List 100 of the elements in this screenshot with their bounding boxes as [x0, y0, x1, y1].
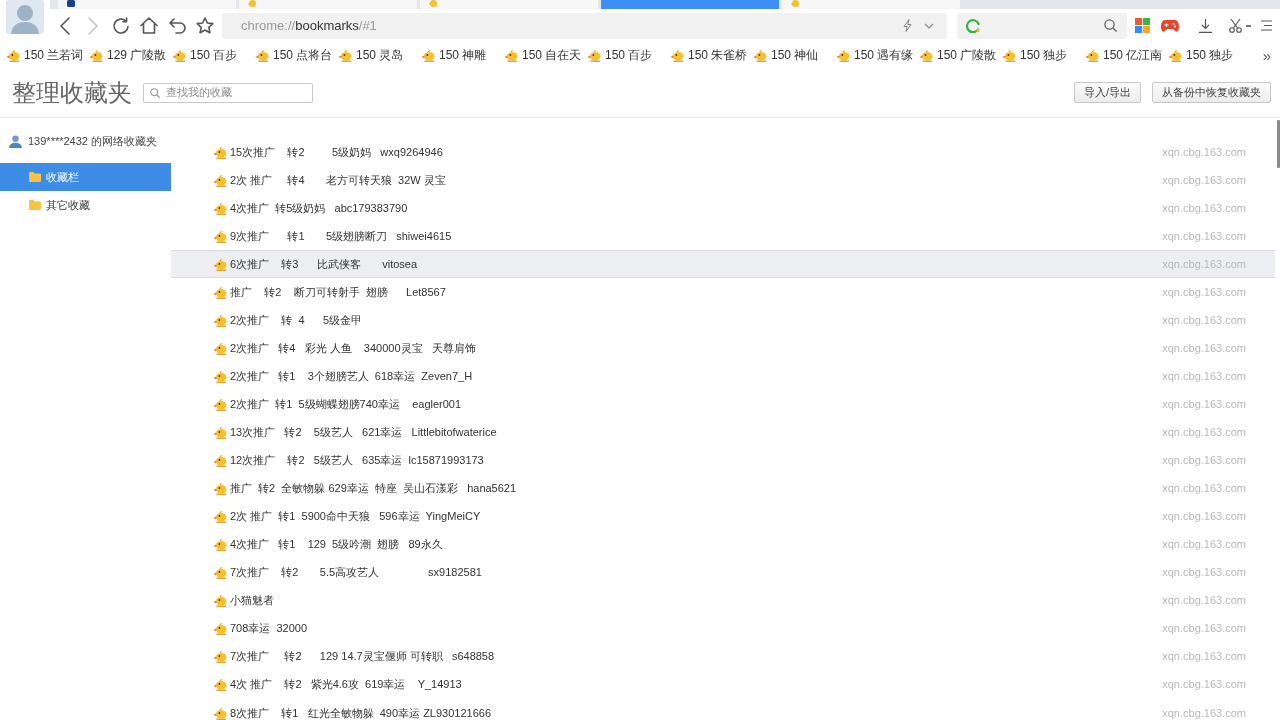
folder-item[interactable]: 其它收藏: [0, 191, 171, 219]
bookmark-bar-item[interactable]: 150 兰若词: [6, 46, 89, 64]
bookmark-title[interactable]: 2次 推广 转1 5900命中天狼 596幸运 YingMeiCY: [230, 509, 481, 523]
bookmark-url: xqn.cbg.163.com: [1162, 706, 1246, 720]
bookmark-title[interactable]: 推广 转2 断刀可转射手 翅膀 Let8567: [230, 285, 446, 299]
bookmark-bar-item[interactable]: 129 广陵散: [89, 46, 172, 64]
chick-icon: [836, 48, 850, 62]
account-label: 139****2432 的网络收藏夹: [28, 133, 157, 149]
chick-icon: [213, 509, 227, 523]
bookmark-url: xqn.cbg.163.com: [1162, 677, 1246, 691]
chick-icon: [6, 48, 20, 62]
bookmark-url: xqn.cbg.163.com: [1162, 565, 1246, 579]
header-button[interactable]: 导入/导出: [1073, 82, 1141, 103]
bookmark-url: xqn.cbg.163.com: [1162, 537, 1246, 551]
bookmark-url: xqn.cbg.163.com: [1162, 313, 1246, 327]
scrollbar-thumb[interactable]: [1277, 120, 1280, 168]
chevron-down-icon[interactable]: [924, 22, 934, 29]
bookmark-title[interactable]: 708幸运 32000: [230, 621, 308, 635]
chick-icon: [213, 369, 227, 383]
apps-icon[interactable]: [1135, 18, 1150, 33]
bookmark-title[interactable]: 小猫魅者: [230, 593, 274, 607]
ring-icon: [966, 18, 980, 33]
search-icon: [150, 87, 160, 98]
search-placeholder: 查找我的收藏: [166, 85, 232, 100]
bookmark-title[interactable]: 15次推广 转2 5级奶妈 wxq9264946: [230, 145, 443, 159]
chick-icon: [1168, 48, 1182, 62]
browser-tab[interactable]: [58, 0, 236, 9]
bookmark-bar-item[interactable]: 150 点将台: [255, 46, 338, 64]
bookmark-title[interactable]: 4次推广 转5级奶妈 abc179383790: [230, 201, 408, 215]
lightning-icon[interactable]: [903, 19, 912, 32]
bookmark-title[interactable]: 推广 转2 全敏物躲 629幸运 特座 吴山石漾彩 hana5621: [230, 481, 517, 495]
chick-icon: [213, 201, 227, 215]
bookmark-url: xqn.cbg.163.com: [1162, 649, 1246, 663]
home-icon[interactable]: [140, 17, 158, 34]
bookmark-bar-item[interactable]: 150 百步: [172, 46, 255, 64]
chick-icon: [213, 593, 227, 607]
chick-icon: [213, 173, 227, 187]
bookmark-title[interactable]: 2次推广 转 4 5级金甲: [230, 313, 363, 327]
bookmark-title[interactable]: 7次推广 转2 129 14.7灵宝偃师 可转职 s648858: [230, 649, 495, 663]
bookmark-bar-item[interactable]: 150 独步: [1002, 46, 1085, 64]
bookmark-url: xqn.cbg.163.com: [1162, 229, 1246, 243]
bookmark-title[interactable]: 13次推广 转2 5级艺人 621幸运 Littlebitofwaterice: [230, 425, 497, 439]
bookmark-title[interactable]: 12次推广 转2 5级艺人 635幸运 lc15871993173: [230, 453, 484, 467]
search-field[interactable]: [957, 12, 1127, 39]
bookmark-url: xqn.cbg.163.com: [1162, 369, 1246, 383]
game-controller-icon[interactable]: [1161, 18, 1179, 33]
bookmark-url: xqn.cbg.163.com: [1162, 481, 1246, 495]
bookmark-title[interactable]: 9次推广 转1 5级翅膀断刀 shiwei4615: [230, 229, 452, 243]
highlighted-row[interactable]: 6次推广 转3 比武侠客 vitosea xqn.cbg.163.com: [171, 250, 1275, 278]
square-logo-icon: [67, 0, 75, 7]
bookmark-title[interactable]: 4次 推广 转2 紫光4.6攻 619幸运 Y_14913: [230, 677, 462, 691]
header-button[interactable]: 从备份中恢复收藏夹: [1152, 82, 1271, 103]
search-field[interactable]: 查找我的收藏: [143, 82, 313, 103]
bookmark-title[interactable]: 2次推广 转1 5级蝴蝶翅膀740幸运 eagler001: [230, 397, 462, 411]
chick-icon: [338, 48, 352, 62]
chick-icon: [248, 0, 256, 7]
bookmark-bar-item[interactable]: 150 亿江南: [1085, 46, 1168, 64]
search-icon[interactable]: [1104, 19, 1117, 32]
download-icon[interactable]: [1199, 18, 1212, 33]
menu-icon[interactable]: [1261, 20, 1272, 31]
chick-icon: [213, 565, 227, 579]
chick-icon: [753, 48, 767, 62]
bookmark-bar-item[interactable]: 150 灵岛: [338, 46, 421, 64]
undo-icon[interactable]: [168, 17, 186, 34]
bookmark-title[interactable]: 6次推广 转3 比武侠客 vitosea: [230, 257, 418, 271]
address-field[interactable]: chrome://bookmarks/#1: [222, 12, 947, 39]
bookmark-bar-item[interactable]: 150 独步: [1168, 46, 1251, 64]
chick-icon: [213, 285, 227, 299]
star-icon[interactable]: [196, 17, 214, 34]
bookmark-title[interactable]: 4次推广 转1 129 5级吟潮 翅膀 89永久: [230, 537, 443, 551]
scissors-icon[interactable]: [1229, 18, 1242, 33]
bookmark-url: xqn.cbg.163.com: [1162, 593, 1246, 607]
chick-icon: [213, 145, 227, 159]
caret-icon[interactable]: [1246, 24, 1251, 27]
bookmark-bar-item[interactable]: 150 遇有缘: [836, 46, 919, 64]
chick-icon: [1085, 48, 1099, 62]
bookmark-title[interactable]: 2次 推广 转4 老方可转天狼 32W 灵宝: [230, 173, 446, 187]
bookmark-bar-item[interactable]: 150 百步: [587, 46, 670, 64]
bookmark-bar-item[interactable]: 150 朱雀桥: [670, 46, 753, 64]
back-icon[interactable]: [60, 16, 70, 35]
chick-icon: [670, 48, 684, 62]
bookmark-url: xqn.cbg.163.com: [1162, 509, 1246, 523]
more-bookmarks-button[interactable]: »: [1262, 46, 1271, 64]
folder-icon: [29, 200, 41, 210]
page-title: 整理收藏夹: [12, 77, 132, 108]
bookmark-bar-item[interactable]: 150 神仙: [753, 46, 836, 64]
bookmark-title[interactable]: 2次推广 转1 3个翅膀艺人 618幸运 Zeven7_H: [230, 369, 473, 383]
chick-icon: [1002, 48, 1016, 62]
bookmark-title[interactable]: 7次推广 转2 5.5高攻艺人 sx9182581: [230, 565, 482, 579]
bookmark-bar-item[interactable]: 150 广陵散: [919, 46, 1002, 64]
bookmark-bar-item[interactable]: 150 神雕: [421, 46, 504, 64]
chick-icon: [172, 48, 186, 62]
chick-icon: [213, 677, 227, 691]
bookmark-bar-item[interactable]: 150 自在天: [504, 46, 587, 64]
bookmark-url: xqn.cbg.163.com: [1162, 285, 1246, 299]
bookmark-title[interactable]: 8次推广 转1 红光全敏物躲 490幸运 ZL930121666: [230, 706, 492, 720]
bookmark-url: xqn.cbg.163.com: [1162, 453, 1246, 467]
chick-icon: [213, 341, 227, 355]
reload-icon[interactable]: [112, 16, 130, 35]
bookmark-title[interactable]: 2次推广 转4 彩光 人鱼 340000灵宝 天尊肩饰: [230, 341, 476, 355]
